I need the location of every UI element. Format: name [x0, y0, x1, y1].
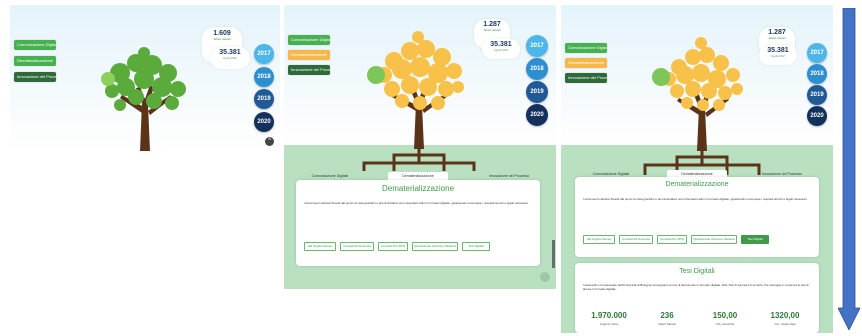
sidebar-item-dematerializzazione[interactable]: Dematerializzazione [288, 50, 330, 60]
panel-year-view-green: Comunicazione Digitale Dematerializzazio… [10, 5, 280, 151]
tesi-digitali-card: Tesi Digitali I laureandi e le laureande… [575, 263, 819, 333]
stat-co2-risparmiata-label: CO₂ risparmiata [774, 322, 796, 326]
tab-innovazione[interactable]: Innovazione del Processo [478, 174, 540, 178]
co2-count: 35.381 [490, 41, 512, 48]
panel-dematerializzazione: Comunicazione Digitale Dematerializzazio… [284, 5, 556, 289]
year-2019-button[interactable]: 2019 [807, 85, 827, 105]
stat-fogli-value: 1.970.000 [591, 311, 627, 320]
co2-label: kg di CO2 [223, 56, 237, 60]
trees-saved-count: 1.609 [213, 30, 231, 37]
tesi-title: Tesi Digitali [679, 268, 715, 275]
detail-card: Dematerializzazione I documenti cartacei… [575, 177, 819, 257]
trees-saved-label: Alberi salvati [213, 37, 231, 41]
tree-illustration [643, 37, 761, 175]
stat-co2-risparmiata-value: 1320,00 [770, 311, 800, 320]
year-2017-button[interactable]: 2017 [526, 35, 548, 57]
card-title: Dematerializzazione [665, 181, 729, 188]
panel-tesi-digitali: Comunicazione Digitale Dematerializzazio… [561, 5, 833, 333]
chip-tesi-digitali[interactable]: Tesi Digitali [462, 242, 490, 251]
co2-cloud: 35.381 kg di CO2 [482, 39, 520, 59]
year-2017-button[interactable]: 2017 [254, 44, 274, 64]
tesi-description: I laureandi e le laureande dell'Universi… [583, 283, 809, 291]
tab-comunicazione[interactable]: Comunicazione Digitale [300, 174, 360, 178]
chip-questionario[interactable]: Questionario Opinione Studenti [412, 242, 458, 251]
stat-fogli-label: Fogli di Carta [600, 322, 618, 326]
year-2018-button[interactable]: 2018 [254, 67, 274, 87]
sidebar-item-innovazione[interactable]: Innovazione del Processo [288, 65, 330, 75]
stat-alberi-value: 236 [660, 311, 674, 320]
sidebar-item-dematerializzazione[interactable]: Dematerializzazione [565, 58, 607, 68]
tree-illustration [362, 31, 476, 171]
chip-tesi-digitali[interactable]: Tesi Digitali [741, 235, 769, 244]
year-2018-button[interactable]: 2018 [526, 58, 548, 80]
chip-contratti-docenza[interactable]: Contratti Di Docenza [340, 242, 374, 251]
chip-atti-organi[interactable]: Atti Organi Ateneo [304, 242, 336, 251]
tab-dematerializzazione[interactable]: Dematerializzazione [388, 172, 448, 180]
card-description: I documenti cartacei filosofi dal punto … [583, 197, 808, 201]
year-2019-button[interactable]: 2019 [254, 89, 274, 109]
scroll-up-icon[interactable] [540, 272, 550, 282]
tab-comunicazione[interactable]: Comunicazione Digitale [581, 172, 641, 176]
year-2020-button[interactable]: 2020 [254, 112, 274, 132]
scrollbar[interactable] [552, 240, 555, 268]
sidebar-item-dematerializzazione[interactable]: Dematerializzazione [14, 56, 56, 66]
sidebar-item-comunicazione[interactable]: Comunicazione Digitale [14, 40, 56, 50]
detail-card: Dematerializzazione I documenti cartacei… [296, 180, 540, 266]
chip-questionario[interactable]: Questionario Opinione Studenti [691, 235, 737, 244]
card-title: Dematerializzazione [381, 184, 455, 193]
trees-saved-count: 1.287 [483, 21, 501, 28]
year-2018-button[interactable]: 2018 [807, 64, 827, 84]
sidebar-item-innovazione[interactable]: Innovazione del Processo [565, 73, 607, 83]
tab-innovazione[interactable]: Innovazione del Processo [751, 172, 813, 176]
year-2020-button[interactable]: 2020 [807, 106, 827, 126]
sidebar-item-innovazione[interactable]: Innovazione del Processo [14, 72, 56, 82]
chip-atti-organi[interactable]: Atti Organi Ateneo [583, 235, 615, 244]
chip-contratti-rtd[interactable]: Contratti Per RTD [378, 242, 408, 251]
tree-illustration [101, 47, 186, 151]
co2-label: kg di CO2 [494, 48, 508, 52]
co2-cloud: 35.381 kg di CO2 [210, 47, 250, 69]
stat-alberi-label: Alberi Salvati [658, 322, 676, 326]
chip-contratti-docenza[interactable]: Contratti Di Docenza [619, 235, 653, 244]
year-2020-button[interactable]: 2020 [526, 104, 548, 126]
scroll-down-arrow-icon [838, 8, 860, 330]
co2-count: 35.381 [219, 49, 241, 56]
stat-co2-assorbita-label: CO₂ assorbita [715, 322, 735, 326]
year-2019-button[interactable]: 2019 [526, 81, 548, 103]
sidebar-item-comunicazione[interactable]: Comunicazione Digitale [565, 43, 607, 53]
year-2017-button[interactable]: 2017 [807, 43, 827, 63]
stat-co2-assorbita-value: 150,00 [712, 311, 738, 320]
chip-contratti-rtd[interactable]: Contratti Per RTD [657, 235, 687, 244]
close-icon[interactable]: ^ [265, 137, 274, 146]
card-description: I documenti cartacei filosofi dal punto … [304, 201, 529, 205]
sidebar-item-comunicazione[interactable]: Comunicazione Digitale [288, 35, 330, 45]
